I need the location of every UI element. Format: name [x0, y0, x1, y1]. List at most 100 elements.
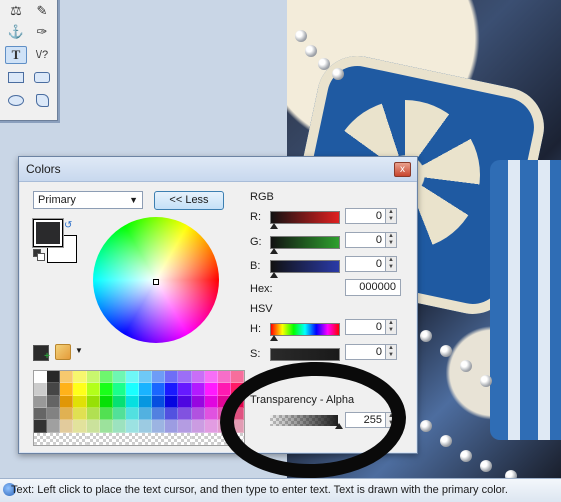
palette-swatch[interactable] — [178, 420, 192, 433]
palette-swatch[interactable] — [112, 383, 126, 396]
palette-swatch[interactable] — [112, 395, 126, 408]
palette-swatch[interactable] — [60, 407, 74, 421]
palette-swatch[interactable] — [34, 407, 48, 421]
palette-swatch[interactable] — [60, 371, 74, 384]
green-slider-thumb[interactable] — [270, 248, 278, 254]
palette-swatch[interactable] — [204, 432, 218, 445]
palette-swatch[interactable] — [73, 383, 87, 396]
palette-swatch[interactable] — [191, 395, 205, 408]
palette-swatch[interactable] — [112, 420, 126, 433]
palette-swatch[interactable] — [191, 407, 205, 421]
blue-value-input[interactable]: 0 — [345, 256, 387, 272]
palette-swatch[interactable] — [191, 383, 205, 396]
color-palette[interactable] — [33, 370, 245, 446]
palette-swatch[interactable] — [99, 407, 113, 421]
palette-swatch[interactable] — [99, 383, 113, 396]
palette-swatch[interactable] — [139, 371, 153, 384]
palette-swatch[interactable] — [165, 395, 179, 408]
color-mode-select[interactable]: Primary ▼ — [33, 191, 143, 209]
palette-swatch[interactable] — [139, 432, 153, 445]
palette-swatch[interactable] — [86, 432, 100, 445]
palette-swatch[interactable] — [47, 395, 61, 408]
hue-slider-thumb[interactable] — [270, 335, 278, 341]
recolor-icon[interactable]: ✑ — [31, 23, 53, 41]
red-value-input[interactable]: 0 — [345, 208, 387, 224]
palette-swatch[interactable] — [86, 395, 100, 408]
palette-swatch[interactable] — [139, 383, 153, 396]
blue-slider-thumb[interactable] — [270, 272, 278, 278]
palette-swatch[interactable] — [73, 407, 87, 421]
hue-slider[interactable] — [270, 323, 340, 336]
palette-swatch[interactable] — [99, 432, 113, 445]
paint-bucket-icon[interactable]: ⚖ — [5, 2, 27, 20]
palette-swatch[interactable] — [152, 420, 166, 433]
text-tool-icon[interactable]: T — [5, 46, 27, 64]
palette-swatch[interactable] — [152, 395, 166, 408]
saturation-value-input[interactable]: 0 — [345, 344, 387, 360]
palette-swatch[interactable] — [165, 383, 179, 396]
palette-swatch[interactable] — [217, 371, 231, 384]
less-button[interactable]: << Less — [154, 191, 224, 210]
palette-swatch[interactable] — [112, 407, 126, 421]
green-spinner[interactable]: ▲ ▼ — [385, 232, 397, 248]
palette-swatch[interactable] — [47, 420, 61, 433]
palette-swatch[interactable] — [191, 432, 205, 445]
palette-swatch[interactable] — [165, 407, 179, 421]
palette-swatch[interactable] — [204, 395, 218, 408]
red-spinner[interactable]: ▲ ▼ — [385, 208, 397, 224]
palette-dropdown-icon[interactable]: ▼ — [75, 346, 83, 355]
palette-swatch[interactable] — [86, 371, 100, 384]
palette-swatch[interactable] — [34, 420, 48, 433]
palette-swatch[interactable] — [60, 432, 74, 445]
green-value-input[interactable]: 0 — [345, 232, 387, 248]
palette-swatch[interactable] — [112, 371, 126, 384]
palette-swatch[interactable] — [125, 407, 139, 421]
palette-swatch[interactable] — [178, 432, 192, 445]
line-curve-icon[interactable]: \/? — [31, 46, 53, 64]
palette-swatch[interactable] — [152, 407, 166, 421]
palette-swatch[interactable] — [204, 383, 218, 396]
palette-swatch[interactable] — [112, 432, 126, 445]
palette-swatch[interactable] — [139, 420, 153, 433]
palette-swatch[interactable] — [34, 383, 48, 396]
palette-swatch[interactable] — [204, 407, 218, 421]
palette-swatch[interactable] — [99, 420, 113, 433]
primary-color-swatch[interactable] — [33, 219, 63, 247]
palette-swatch[interactable] — [34, 395, 48, 408]
palette-swatch[interactable] — [86, 420, 100, 433]
palette-swatch[interactable] — [73, 371, 87, 384]
palette-swatch[interactable] — [34, 371, 48, 384]
ellipse-icon[interactable] — [5, 91, 27, 109]
freeform-shape-icon[interactable] — [31, 91, 53, 109]
color-wheel-cursor[interactable] — [153, 279, 159, 285]
palette-swatch[interactable] — [60, 383, 74, 396]
palette-swatch[interactable] — [191, 420, 205, 433]
palette-swatch[interactable] — [178, 395, 192, 408]
palette-swatch[interactable] — [47, 407, 61, 421]
blue-slider[interactable] — [270, 260, 340, 273]
palette-swatch[interactable] — [178, 371, 192, 384]
palette-swatch[interactable] — [99, 371, 113, 384]
red-slider[interactable] — [270, 211, 340, 224]
palette-swatch[interactable] — [47, 371, 61, 384]
palette-swatch[interactable] — [165, 371, 179, 384]
hue-spinner[interactable]: ▲ ▼ — [385, 319, 397, 335]
palette-swatch[interactable] — [152, 371, 166, 384]
palette-swatch[interactable] — [165, 420, 179, 433]
palette-swatch[interactable] — [60, 395, 74, 408]
titlebar[interactable]: Colors x — [19, 157, 417, 182]
rectangle-icon[interactable] — [5, 68, 27, 86]
palette-swatch[interactable] — [191, 371, 205, 384]
hue-value-input[interactable]: 0 — [345, 319, 387, 335]
palette-swatch[interactable] — [230, 371, 244, 384]
palette-swatch[interactable] — [152, 383, 166, 396]
palette-swatch[interactable] — [125, 420, 139, 433]
add-to-palette-icon[interactable]: + — [33, 345, 50, 362]
palette-swatch[interactable] — [204, 420, 218, 433]
swap-colors-icon[interactable]: ↺ — [64, 220, 72, 231]
blue-spinner[interactable]: ▲ ▼ — [385, 256, 397, 272]
clone-stamp-icon[interactable]: ⚓ — [5, 23, 27, 41]
green-slider[interactable] — [270, 236, 340, 249]
palette-swatch[interactable] — [125, 383, 139, 396]
palette-swatch[interactable] — [152, 432, 166, 445]
